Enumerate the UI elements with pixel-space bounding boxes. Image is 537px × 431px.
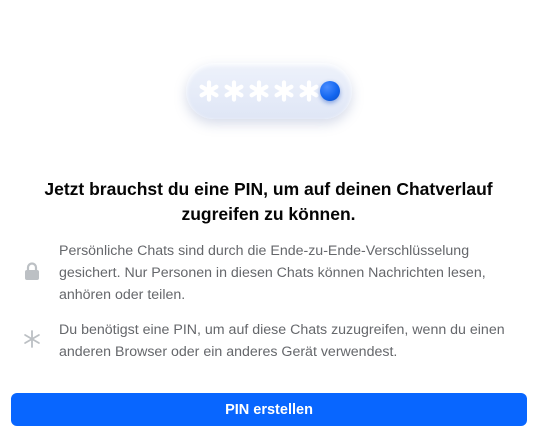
asterisk-icon	[224, 80, 244, 102]
asterisk-icon	[274, 80, 294, 102]
asterisk-icon	[299, 80, 319, 102]
page-title: Jetzt brauchst du eine PIN, um auf deine…	[44, 179, 493, 224]
lock-icon	[25, 262, 39, 280]
pin-cursor-dot	[320, 81, 340, 101]
info-text: Du benötigst eine PIN, um auf diese Chat…	[59, 322, 505, 360]
asterisk-icon	[199, 80, 219, 102]
create-pin-dialog: Jetzt brauchst du eine PIN, um auf deine…	[0, 0, 537, 431]
asterisk-icon	[249, 80, 269, 102]
create-pin-button[interactable]: PIN erstellen	[11, 393, 527, 426]
pin-entry-illustration	[186, 63, 352, 119]
info-text: Persönliche Chats sind durch die Ende-zu…	[59, 243, 486, 303]
asterisk-icon	[24, 330, 40, 348]
masked-pin-digits	[198, 73, 320, 109]
